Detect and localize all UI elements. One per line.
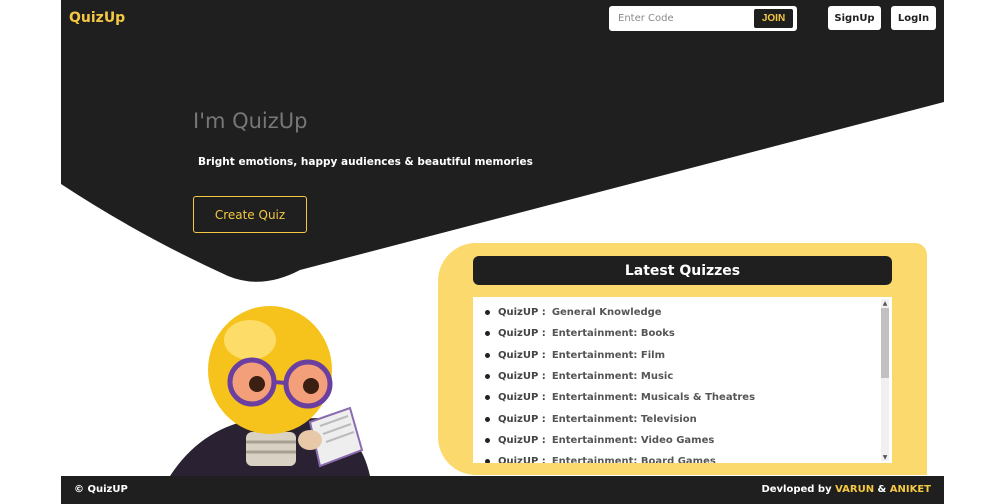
quiz-category-name: Entertainment: Television <box>551 413 697 425</box>
quiz-category-name: General Knowledge <box>551 307 662 319</box>
bullet-icon <box>485 437 490 443</box>
quiz-category-name: Entertainment: Video Games <box>551 434 715 446</box>
quiz-list: QuizUP : General Knowledge QuizUP : Enterta… <box>473 297 892 463</box>
quiz-list-item[interactable]: QuizUP : Entertainment: Board Games <box>485 451 892 463</box>
quiz-category-name: Entertainment: Film <box>551 349 666 361</box>
brand-logo[interactable]: QuizUp <box>69 10 125 26</box>
quiz-prefix: QuizUP : <box>498 413 546 425</box>
bullet-icon <box>485 352 490 358</box>
quiz-list-container[interactable]: QuizUP : General Knowledge QuizUP : Enterta… <box>473 297 892 463</box>
bullet-icon <box>485 374 490 380</box>
quiz-prefix: QuizUP : <box>498 371 546 383</box>
hero-title: I'm QuizUp <box>193 109 308 133</box>
quiz-list-item[interactable]: QuizUP : Entertainment: Musicals & Theatr… <box>485 387 892 408</box>
quiz-category-name: Entertainment: Books <box>551 328 675 340</box>
quiz-list-item[interactable]: QuizUP : Entertainment: Music <box>485 366 892 387</box>
bullet-icon <box>485 310 490 316</box>
code-input[interactable] <box>611 8 754 29</box>
quiz-prefix: QuizUP : <box>498 328 546 340</box>
join-button[interactable]: JOIN <box>754 9 793 28</box>
quiz-prefix: QuizUP : <box>498 307 546 319</box>
create-quiz-button[interactable]: Create Quiz <box>193 196 307 233</box>
quiz-category-name: Entertainment: Music <box>551 371 674 383</box>
page: QuizUp JOIN SignUp LogIn I'm QuizUp Brig… <box>0 0 1000 504</box>
hero-subtitle: Bright emotions, happy audiences & beaut… <box>198 156 533 168</box>
credit-joiner: & <box>874 484 890 495</box>
latest-quizzes-heading: Latest Quizzes <box>473 256 892 285</box>
quiz-category-name: Entertainment: Board Games <box>551 456 716 463</box>
copyright-text: © QuizUP <box>74 484 128 495</box>
quiz-prefix: QuizUP : <box>498 392 546 404</box>
author-varun: VARUN <box>835 484 875 495</box>
scroll-down-arrow-icon[interactable]: ▼ <box>881 453 889 461</box>
quiz-list-item[interactable]: QuizUP : General Knowledge <box>485 302 892 323</box>
credits: Devloped by VARUN & ANIKET <box>761 484 931 495</box>
scroll-up-arrow-icon[interactable]: ▲ <box>881 299 889 307</box>
quiz-list-item[interactable]: QuizUP : Entertainment: Film <box>485 345 892 366</box>
footer: © QuizUP Devloped by VARUN & ANIKET <box>61 476 944 504</box>
scrollbar-thumb[interactable] <box>881 308 889 378</box>
bullet-icon <box>485 395 490 401</box>
quiz-list-item[interactable]: QuizUP : Entertainment: Television <box>485 408 892 429</box>
navbar: QuizUp JOIN SignUp LogIn <box>61 0 944 38</box>
quiz-prefix: QuizUP : <box>498 434 546 446</box>
credit-prefix: Devloped by <box>761 484 836 495</box>
lightbulb-mascot-illustration <box>170 306 370 476</box>
quiz-list-item[interactable]: QuizUP : Entertainment: Video Games <box>485 430 892 451</box>
quiz-prefix: QuizUP : <box>498 456 546 463</box>
login-button[interactable]: LogIn <box>891 6 936 30</box>
quiz-category-name: Entertainment: Musicals & Theatres <box>551 392 756 404</box>
latest-quizzes-card: Latest Quizzes QuizUP : General Knowledge… <box>438 243 927 475</box>
join-code-form: JOIN <box>609 6 797 31</box>
quiz-prefix: QuizUP : <box>498 349 546 361</box>
bullet-icon <box>485 459 490 463</box>
bullet-icon <box>485 416 490 422</box>
author-aniket: ANIKET <box>889 484 931 495</box>
signup-button[interactable]: SignUp <box>828 6 881 30</box>
bullet-icon <box>485 331 490 337</box>
quiz-list-scrollbar[interactable]: ▲ ▼ <box>881 299 889 461</box>
quiz-list-item[interactable]: QuizUP : Entertainment: Books <box>485 323 892 344</box>
